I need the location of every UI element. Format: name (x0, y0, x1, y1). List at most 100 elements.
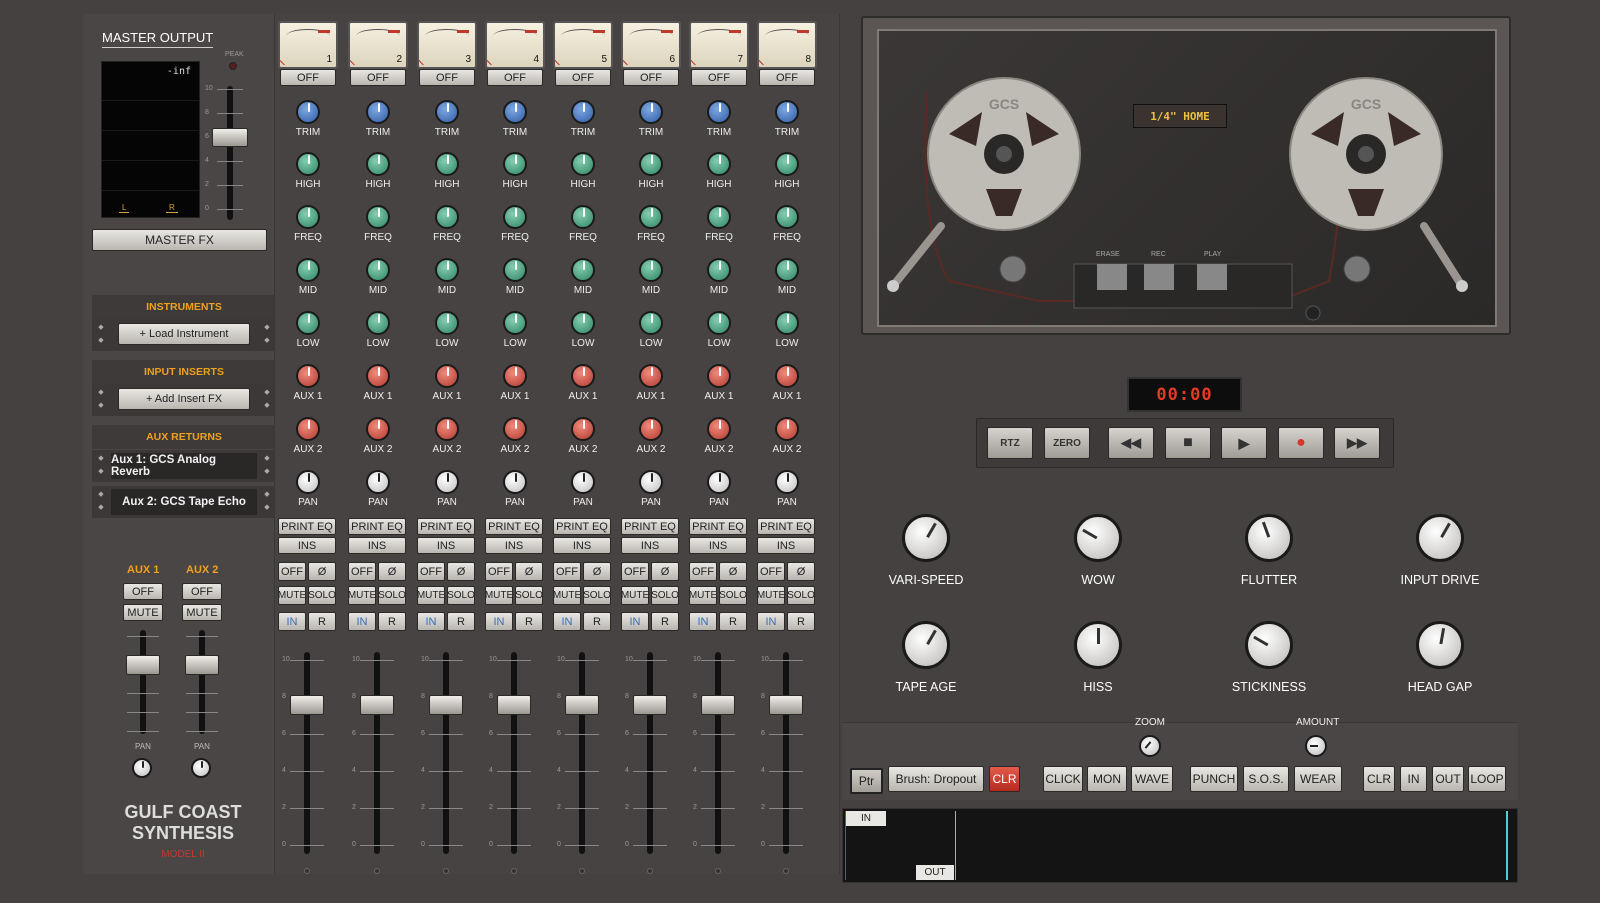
aux1-power-button[interactable]: OFF (123, 583, 163, 600)
aux1-mute-button[interactable]: MUTE (123, 604, 163, 621)
channel-3-low-eq-knob[interactable] (435, 311, 459, 335)
slot-arrows-icon[interactable]: ◆ ◆ (260, 488, 274, 516)
channel-5-ins-button[interactable]: INS (553, 537, 611, 554)
channel-3-aux1-send-knob[interactable] (435, 364, 459, 388)
channel-2-off-button[interactable]: OFF (348, 562, 376, 581)
channel-7-mute-button[interactable]: MUTE (689, 586, 717, 605)
channel-3-trim-knob[interactable] (435, 100, 459, 124)
channel-8-record-arm-button[interactable]: R (787, 612, 815, 631)
channel-8-power-button[interactable]: OFF (759, 69, 815, 86)
channel-4-record-arm-button[interactable]: R (515, 612, 543, 631)
channel-3-pan-knob[interactable] (435, 470, 459, 494)
channel-2-trim-knob[interactable] (366, 100, 390, 124)
channel-4-mid-eq-knob[interactable] (503, 258, 527, 282)
channel-7-record-arm-button[interactable]: R (719, 612, 747, 631)
fast-forward-icon[interactable]: ▶▶ (1334, 427, 1380, 459)
channel-1-print-eq-button[interactable]: PRINT EQ (278, 518, 336, 535)
channel-8-print-eq-button[interactable]: PRINT EQ (757, 518, 815, 535)
channel-7-ins-button[interactable]: INS (689, 537, 747, 554)
zoom-knob[interactable] (1139, 735, 1161, 757)
head-gap-knob[interactable] (1416, 621, 1464, 669)
channel-6-pan-knob[interactable] (639, 470, 663, 494)
channel-7-off-button[interactable]: OFF (689, 562, 717, 581)
channel-5-pan-knob[interactable] (571, 470, 595, 494)
channel-8-off-button[interactable]: OFF (757, 562, 785, 581)
channel-8-phase-button[interactable]: Ø (787, 562, 815, 581)
channel-1-fader[interactable] (290, 695, 324, 715)
brush-dropout-button[interactable]: Brush: Dropout (888, 766, 984, 792)
set-in-button[interactable]: IN (1400, 766, 1427, 792)
channel-6-low-eq-knob[interactable] (639, 311, 663, 335)
hiss-knob[interactable] (1074, 621, 1122, 669)
channel-6-mute-button[interactable]: MUTE (621, 586, 649, 605)
channel-2-aux1-send-knob[interactable] (366, 364, 390, 388)
channel-6-solo-button[interactable]: SOLO (651, 586, 679, 605)
channel-7-trim-knob[interactable] (707, 100, 731, 124)
channel-4-fader[interactable] (497, 695, 531, 715)
channel-3-input-button[interactable]: IN (417, 612, 445, 631)
slot-arrows-icon[interactable]: ◆ ◆ (94, 452, 108, 480)
add-insert-fx-button[interactable]: + Add Insert FX (118, 388, 250, 410)
channel-4-input-button[interactable]: IN (485, 612, 513, 631)
channel-3-print-eq-button[interactable]: PRINT EQ (417, 518, 475, 535)
channel-8-trim-knob[interactable] (775, 100, 799, 124)
channel-2-aux2-send-knob[interactable] (366, 417, 390, 441)
play-icon[interactable]: ▶ (1221, 427, 1267, 459)
channel-1-input-button[interactable]: IN (278, 612, 306, 631)
channel-3-solo-button[interactable]: SOLO (447, 586, 475, 605)
channel-2-fader[interactable] (360, 695, 394, 715)
channel-3-record-arm-button[interactable]: R (447, 612, 475, 631)
aux1-fader[interactable] (126, 655, 160, 675)
in-marker[interactable]: IN (846, 811, 886, 826)
aux1-return-name[interactable]: Aux 1: GCS Analog Reverb (111, 453, 257, 479)
channel-8-aux1-send-knob[interactable] (775, 364, 799, 388)
clear-markers-button[interactable]: CLR (1363, 766, 1395, 792)
channel-1-ins-button[interactable]: INS (278, 537, 336, 554)
channel-1-pan-knob[interactable] (296, 470, 320, 494)
channel-4-aux1-send-knob[interactable] (503, 364, 527, 388)
record-icon[interactable]: ● (1278, 427, 1324, 459)
timeline-cursor[interactable] (1506, 811, 1508, 880)
wear-button[interactable]: WEAR (1294, 766, 1342, 792)
channel-4-power-button[interactable]: OFF (487, 69, 543, 86)
channel-3-freq-knob[interactable] (435, 205, 459, 229)
channel-2-print-eq-button[interactable]: PRINT EQ (348, 518, 406, 535)
channel-7-power-button[interactable]: OFF (691, 69, 747, 86)
click-button[interactable]: CLICK (1043, 766, 1083, 792)
aux1-pan-knob[interactable] (132, 758, 152, 778)
slot-arrows-icon[interactable]: ◆ ◆ (260, 321, 274, 349)
channel-8-ins-button[interactable]: INS (757, 537, 815, 554)
channel-4-phase-button[interactable]: Ø (515, 562, 543, 581)
channel-7-fader[interactable] (701, 695, 735, 715)
channel-1-freq-knob[interactable] (296, 205, 320, 229)
aux2-pan-knob[interactable] (191, 758, 211, 778)
channel-2-mid-eq-knob[interactable] (366, 258, 390, 282)
master-fader[interactable]: 10 8 6 4 2 0 (205, 84, 255, 224)
channel-5-power-button[interactable]: OFF (555, 69, 611, 86)
channel-3-power-button[interactable]: OFF (419, 69, 475, 86)
channel-4-trim-knob[interactable] (503, 100, 527, 124)
load-instrument-button[interactable]: + Load Instrument (118, 323, 250, 345)
channel-7-low-eq-knob[interactable] (707, 311, 731, 335)
channel-1-high-eq-knob[interactable] (296, 152, 320, 176)
channel-8-low-eq-knob[interactable] (775, 311, 799, 335)
channel-6-freq-knob[interactable] (639, 205, 663, 229)
sos-button[interactable]: S.O.S. (1243, 766, 1289, 792)
channel-6-power-button[interactable]: OFF (623, 69, 679, 86)
channel-2-mute-button[interactable]: MUTE (348, 586, 376, 605)
channel-3-aux2-send-knob[interactable] (435, 417, 459, 441)
channel-7-high-eq-knob[interactable] (707, 152, 731, 176)
channel-5-input-button[interactable]: IN (553, 612, 581, 631)
channel-5-fader[interactable] (565, 695, 599, 715)
punch-button[interactable]: PUNCH (1190, 766, 1238, 792)
wave-button[interactable]: WAVE (1131, 766, 1173, 792)
loop-button[interactable]: LOOP (1468, 766, 1506, 792)
channel-1-low-eq-knob[interactable] (296, 311, 320, 335)
channel-1-aux2-send-knob[interactable] (296, 417, 320, 441)
channel-6-fader[interactable] (633, 695, 667, 715)
stop-icon[interactable]: ■ (1165, 427, 1211, 459)
channel-4-ins-button[interactable]: INS (485, 537, 543, 554)
channel-6-aux2-send-knob[interactable] (639, 417, 663, 441)
slot-arrows-icon[interactable]: ◆ ◆ (94, 386, 108, 414)
channel-5-mid-eq-knob[interactable] (571, 258, 595, 282)
